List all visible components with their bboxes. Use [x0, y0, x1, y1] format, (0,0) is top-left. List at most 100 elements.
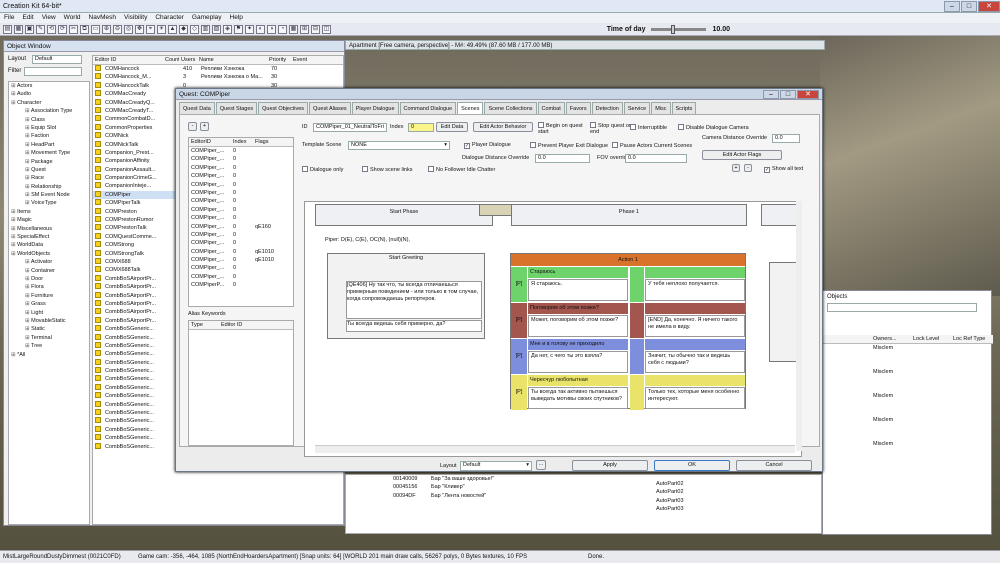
toolbar-tool-icon[interactable]: ⧉	[80, 24, 89, 34]
dialog-maximize-button[interactable]: □	[780, 89, 796, 99]
tree-item[interactable]: ⊞ Faction	[9, 132, 89, 140]
menu-world[interactable]: World	[64, 13, 81, 23]
index-input[interactable]: 0	[408, 123, 434, 132]
dialog-layout-select[interactable]: Default ▾	[460, 461, 532, 471]
table-row[interactable]: Misclem	[823, 440, 993, 464]
toolbar-tool-icon[interactable]: ◇	[190, 24, 199, 34]
scene-list-item[interactable]: COMPiper_... 0	[189, 172, 293, 180]
fov-input[interactable]: 0.0	[625, 154, 687, 163]
column-header[interactable]: Event	[291, 56, 321, 64]
tree-item[interactable]: ⊞ Terminal	[9, 334, 89, 342]
column-header[interactable]: Users	[179, 56, 197, 64]
table-row[interactable]: Misclem	[823, 416, 993, 440]
maximize-button[interactable]: □	[961, 0, 977, 12]
menu-character[interactable]: Character	[155, 13, 184, 23]
scene-list-item[interactable]: COMPiper_... 0 qE1010	[189, 256, 293, 264]
dialogue-topic[interactable]: [P] Мне и в голову не приходило Да нет, с …	[511, 339, 745, 374]
tree-item[interactable]: ⊞ Flora	[9, 283, 89, 291]
toolbar-tool-icon[interactable]: ◆	[179, 24, 188, 34]
layout-options-button[interactable]: …	[536, 460, 546, 470]
tree-item[interactable]: ⊞ Race	[9, 174, 89, 182]
menu-file[interactable]: File	[4, 13, 14, 23]
tree-item[interactable]: ⊞ Audio	[9, 90, 89, 98]
column-header[interactable]: Index	[231, 138, 253, 146]
phase-start[interactable]: Start Phase	[315, 204, 493, 226]
column-header[interactable]: Editor ID	[93, 56, 163, 64]
tab-player-dialogue[interactable]: Player Dialogue	[351, 102, 399, 114]
tree-item[interactable]: ⊞ Miscellaneous	[9, 225, 89, 233]
remove-scene-button[interactable]: -	[188, 122, 197, 131]
scene-list-item[interactable]: COMPiper_... 0	[189, 231, 293, 239]
interruptible-checkbox[interactable]: Interruptible	[630, 124, 667, 131]
column-header[interactable]: Name	[197, 56, 267, 64]
menu-visibility[interactable]: Visibility	[124, 13, 147, 23]
tree-item[interactable]: ⊞ Static	[9, 325, 89, 333]
toolbar-tool-icon[interactable]: ▥	[201, 24, 210, 34]
tab-scenes[interactable]: Scenes	[457, 102, 484, 114]
scene-list-item[interactable]: COMPiper_... 0	[189, 273, 293, 281]
autopart-item[interactable]: AutoPart03	[656, 498, 684, 504]
filter-input[interactable]	[24, 67, 82, 76]
tree-item[interactable]: ⊞ SpecialEffect	[9, 233, 89, 241]
toolbar-tool-icon[interactable]: ▭	[91, 24, 100, 34]
toolbar-tool-icon[interactable]: ☀	[157, 24, 166, 34]
tree-item[interactable]: ⊞ Light	[9, 309, 89, 317]
ok-button[interactable]: OK	[654, 460, 730, 471]
tree-item[interactable]: ⊞ Package	[9, 158, 89, 166]
tree-item[interactable]: ⊞ Character	[9, 99, 89, 107]
zoom-out-button[interactable]: -	[744, 164, 752, 172]
minimize-button[interactable]: –	[944, 0, 960, 12]
tree-item[interactable]: ⊞ SM Event Node	[9, 191, 89, 199]
scene-list-item[interactable]: COMPiper_... 0	[189, 206, 293, 214]
start-greeting-line-1[interactable]: [QE406] Ну так что, ты всегда отличаешьс…	[346, 281, 482, 319]
scene-list-item[interactable]: COMPiper_... 0	[189, 214, 293, 222]
camera-distance-input[interactable]: 0.0	[772, 134, 800, 143]
menu-navmesh[interactable]: NavMesh	[89, 13, 116, 23]
template-scene-select[interactable]: NONE ▾	[348, 141, 450, 150]
tree-item[interactable]: ⊞ VoiceType	[9, 199, 89, 207]
dialogue-only-checkbox[interactable]: Dialogue only	[302, 166, 343, 173]
table-row[interactable]: Misclem	[823, 344, 993, 368]
alias-keyword-list[interactable]: Type Editor ID	[188, 320, 294, 446]
toolbar-tool-icon[interactable]: ◫	[322, 24, 331, 34]
cell-reference-list[interactable]: 00140009 Бар "За ваше здоровье!" 00045156 Б…	[345, 474, 822, 534]
scene-id-input[interactable]: COMPiper_01_NeutralToFri	[313, 123, 387, 132]
tree-item[interactable]: ⊞ Quest	[9, 166, 89, 174]
dialogue-topic[interactable]: [P] Поговорим об этом позже? Может, погово…	[511, 303, 745, 338]
column-header[interactable]: Owners...	[871, 335, 911, 343]
scene-list-item[interactable]: COMPiper_... 0	[189, 181, 293, 189]
tree-item[interactable]: ⊞ MovableStatic	[9, 317, 89, 325]
toolbar-tool-icon[interactable]: ⚑	[234, 24, 243, 34]
dialogue-topic[interactable]: [P] Чересчур любопытная Ты всегда так акти…	[511, 375, 745, 410]
tree-item[interactable]: ⊞ Actors	[9, 82, 89, 90]
tab-quest-data[interactable]: Quest Data	[179, 102, 215, 114]
phase-1[interactable]: Phase 1	[511, 204, 747, 226]
edit-data-button[interactable]: Edit Data	[436, 122, 468, 132]
toolbar-tool-icon[interactable]: ▨	[212, 24, 221, 34]
action-node[interactable]: Action 1 [P] Стараюсь Я стараюсь. У тебя не…	[510, 253, 746, 410]
scene-list-item[interactable]: COMPiper_... 0 qE160	[189, 223, 293, 231]
table-row[interactable]: COMHancock 410 Реплики Хэнкока 70	[93, 65, 343, 73]
dialogue-distance-input[interactable]: 0.0	[535, 154, 590, 163]
dialog-close-button[interactable]: ✕	[797, 89, 819, 99]
toolbar-tool-icon[interactable]: ⌖	[146, 24, 155, 34]
topic-player-line[interactable]: Ты всегда так активно пытаешься выведать…	[528, 387, 628, 409]
menu-help[interactable]: Help	[230, 13, 243, 23]
topic-reply-line[interactable]: Значит, ты обычно так и ведешь себя с лю…	[645, 351, 745, 373]
scene-list-item[interactable]: COMPiper_... 0	[189, 264, 293, 272]
autopart-item[interactable]: AutoPart02	[656, 489, 684, 495]
scene-list[interactable]: EditorID Index Flags COMPiper_... 0 COMPiper_…	[188, 137, 294, 307]
tree-item[interactable]: ⊞ Class	[9, 116, 89, 124]
toolbar-tool-icon[interactable]: ⟳	[58, 24, 67, 34]
scene-list-item[interactable]: COMPiper_... 0	[189, 239, 293, 247]
tree-item[interactable]: ⊞ Furniture	[9, 292, 89, 300]
tree-item[interactable]: ⊞ Relationship	[9, 183, 89, 191]
edit-actor-flags-button[interactable]: Edit Actor Flags	[702, 150, 782, 160]
apply-button[interactable]: Apply	[572, 460, 648, 471]
toolbar-tool-icon[interactable]: ✥	[135, 24, 144, 34]
tree-item[interactable]: ⊞ *All	[9, 351, 89, 359]
toolbar-tool-icon[interactable]: ⊞	[300, 24, 309, 34]
zoom-in-button[interactable]: +	[732, 164, 740, 172]
tab-quest-aliases[interactable]: Quest Aliases	[309, 102, 351, 114]
table-row[interactable]: COMHancock_M... 3 Реплики Хэнкока о Ма... 3…	[93, 73, 343, 81]
